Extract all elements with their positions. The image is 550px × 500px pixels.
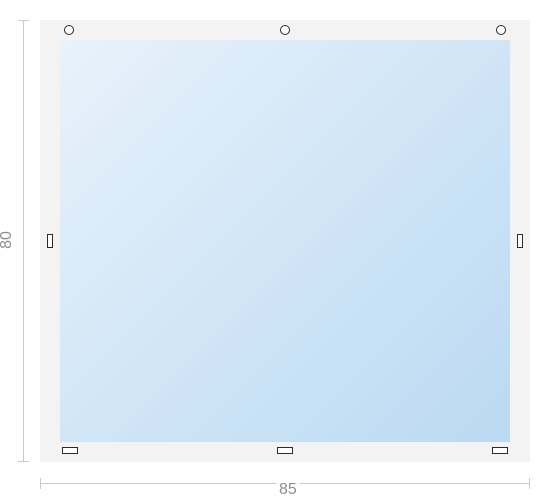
- glass-pane: [60, 40, 510, 442]
- width-dimension-label: 85: [276, 481, 300, 499]
- side-slot-icon: [517, 234, 523, 248]
- ring-icon: [496, 25, 506, 35]
- height-dimension-label: 80: [0, 231, 16, 249]
- height-dimension-line: [23, 20, 24, 462]
- frame: [40, 20, 530, 462]
- ring-icon: [280, 25, 290, 35]
- side-slot-icon: [47, 234, 53, 248]
- ring-icon: [64, 25, 74, 35]
- bottom-slot-icon: [277, 447, 293, 454]
- panel-diagram: [40, 20, 530, 480]
- bottom-slot-icon: [62, 447, 78, 454]
- bottom-slot-icon: [492, 447, 508, 454]
- height-dim-tick-bottom: [18, 461, 29, 462]
- height-dim-tick-top: [18, 20, 29, 21]
